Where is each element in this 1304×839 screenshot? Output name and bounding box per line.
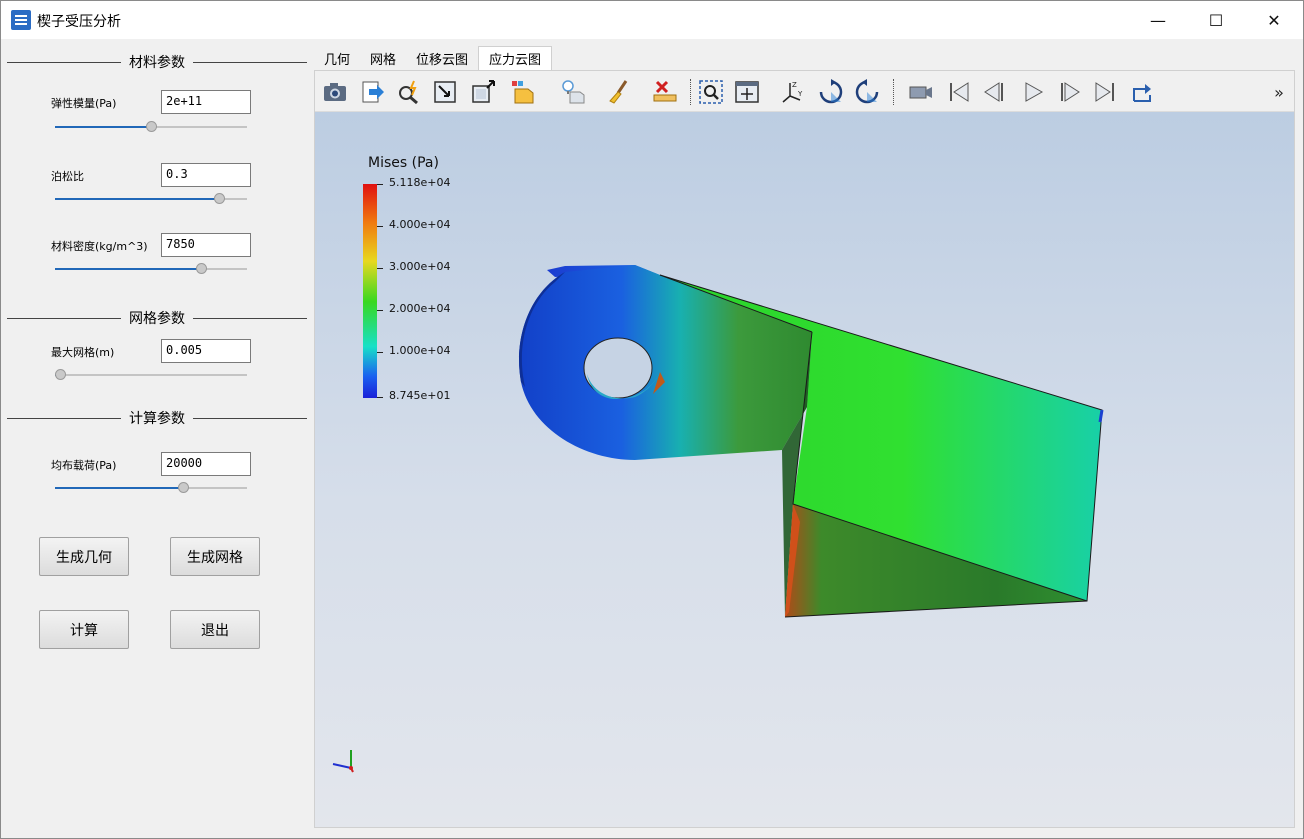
svg-text:Z: Z: [792, 81, 797, 89]
light-icon[interactable]: [559, 78, 587, 106]
fit-view-icon[interactable]: [733, 78, 761, 106]
mesh-section-header: 网格参数: [7, 308, 307, 328]
youngs-modulus-input[interactable]: 2e+11: [161, 90, 251, 114]
max-mesh-size-label: 最大网格(m): [51, 346, 115, 359]
view-toolbar: ZY »: [315, 71, 1294, 112]
slider-thumb[interactable]: [214, 193, 226, 204]
view-tabs: 几何 网格 位移云图 应力云图: [314, 46, 553, 70]
compute-section-header: 计算参数: [7, 408, 307, 428]
maximize-button[interactable]: ☐: [1187, 1, 1245, 39]
slider-thumb[interactable]: [145, 121, 157, 132]
delete-icon[interactable]: [651, 78, 679, 106]
poisson-ratio-label: 泊松比: [51, 170, 84, 183]
reset-view-icon[interactable]: [431, 78, 459, 106]
slider-thumb[interactable]: [196, 263, 208, 274]
play-icon[interactable]: [1019, 78, 1047, 106]
rotate-cw-icon[interactable]: [817, 78, 845, 106]
youngs-modulus-slider[interactable]: [55, 121, 247, 133]
tab-geometry[interactable]: 几何: [314, 46, 360, 70]
close-button[interactable]: ✕: [1245, 1, 1303, 39]
app-logo-icon: [11, 10, 31, 30]
toolbar-separator: [690, 79, 691, 105]
parameter-panel: 材料参数 弹性模量(Pa) 2e+11 泊松比 0.3 材料密度(kg/m^3)…: [1, 39, 313, 839]
camera-icon[interactable]: [321, 78, 349, 106]
load-label: 均布载荷(Pa): [51, 459, 117, 472]
export-icon[interactable]: [359, 78, 387, 106]
stress-contour-model: [519, 265, 1104, 618]
last-frame-icon[interactable]: [1091, 78, 1119, 106]
toolbar-separator: [893, 79, 894, 105]
load-slider[interactable]: [55, 482, 247, 494]
generate-mesh-button[interactable]: 生成网格: [170, 537, 260, 576]
density-slider[interactable]: [55, 263, 247, 275]
svg-text:Y: Y: [797, 90, 803, 98]
tab-displacement[interactable]: 位移云图: [406, 46, 478, 70]
toolbar-overflow-button[interactable]: »: [1270, 78, 1288, 106]
generate-geometry-button[interactable]: 生成几何: [39, 537, 129, 576]
tab-stress[interactable]: 应力云图: [478, 46, 553, 70]
clear-icon[interactable]: [605, 78, 633, 106]
window-title: 楔子受压分析: [37, 14, 121, 30]
max-mesh-size-slider[interactable]: [55, 369, 247, 381]
poisson-ratio-input[interactable]: 0.3: [161, 163, 251, 187]
slider-thumb[interactable]: [178, 482, 190, 493]
rotate-ccw-icon[interactable]: [853, 78, 881, 106]
first-frame-icon[interactable]: [945, 78, 973, 106]
material-section-header: 材料参数: [7, 52, 307, 72]
slider-thumb[interactable]: [55, 369, 66, 380]
mesh-heading: 网格参数: [129, 311, 185, 327]
axes-orientation-icon[interactable]: ZY: [779, 78, 807, 106]
video-icon[interactable]: [907, 78, 935, 106]
density-label: 材料密度(kg/m^3): [51, 240, 148, 253]
magic-zoom-icon[interactable]: [395, 78, 423, 106]
poisson-ratio-slider[interactable]: [55, 193, 247, 205]
main-window: 楔子受压分析 — ☐ ✕ 材料参数 弹性模量(Pa) 2e+11 泊松比 0.3…: [0, 0, 1304, 839]
compute-button[interactable]: 计算: [39, 610, 129, 649]
orientation-axes-icon: [332, 750, 354, 773]
youngs-modulus-label: 弹性模量(Pa): [51, 97, 117, 110]
minimize-button[interactable]: —: [1129, 1, 1187, 39]
exit-button[interactable]: 退出: [170, 610, 260, 649]
density-input[interactable]: 7850: [161, 233, 251, 257]
next-frame-icon[interactable]: [1055, 78, 1083, 106]
stress-view-frame: ZY » Mises (Pa) 5.118e+04 4.000e+04 3.00…: [314, 70, 1295, 828]
zoom-box-icon[interactable]: [697, 78, 725, 106]
tab-mesh[interactable]: 网格: [360, 46, 406, 70]
title-bar: 楔子受压分析 — ☐ ✕: [1, 1, 1303, 39]
3d-viewport[interactable]: Mises (Pa) 5.118e+04 4.000e+04 3.000e+04…: [315, 112, 1294, 827]
prev-frame-icon[interactable]: [981, 78, 1009, 106]
material-heading: 材料参数: [129, 55, 185, 71]
compute-heading: 计算参数: [129, 411, 185, 427]
maximize-view-icon[interactable]: [469, 78, 497, 106]
max-mesh-size-input[interactable]: 0.005: [161, 339, 251, 363]
loop-icon[interactable]: [1129, 78, 1157, 106]
load-input[interactable]: 20000: [161, 452, 251, 476]
representation-icon[interactable]: [509, 78, 537, 106]
